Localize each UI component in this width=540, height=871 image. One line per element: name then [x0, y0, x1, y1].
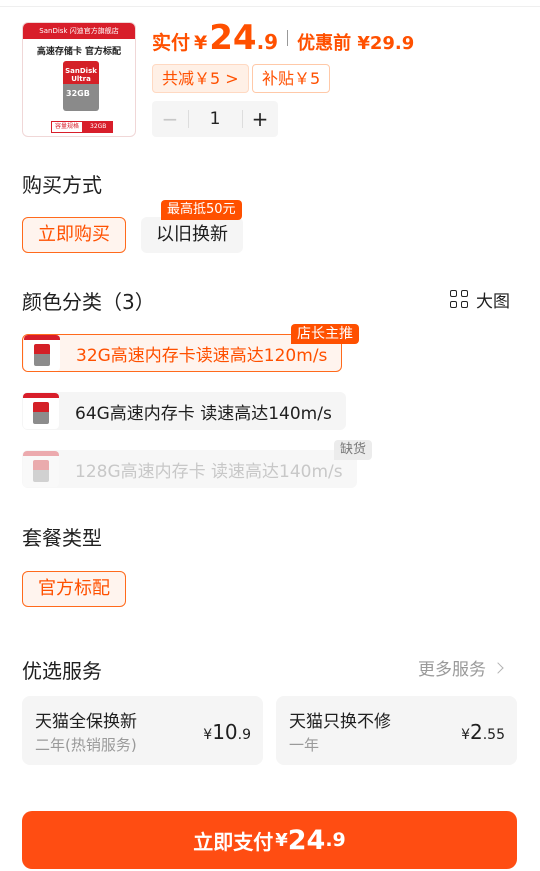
variant-label: 32G高速内存卡读速高达120m/s — [76, 345, 328, 366]
color-category-title: 颜色分类（3） — [22, 290, 155, 314]
increase-quantity-button[interactable]: + — [242, 101, 278, 137]
sd-card-capacity: 32GB — [66, 89, 90, 98]
capacity-key: 容量规格 — [51, 121, 84, 133]
decrease-quantity-button[interactable]: − — [152, 101, 188, 137]
price-row: 实付 ¥ 24 .9 优惠前 ¥29.9 — [152, 18, 414, 58]
service-name: 天猫只换不修 — [289, 712, 391, 732]
price-integer: 24 — [209, 18, 257, 58]
variant-thumbnail — [23, 451, 59, 487]
pay-currency: ¥ — [275, 829, 288, 851]
option-official-standard[interactable]: 官方标配 — [22, 571, 126, 607]
service-price: ¥10.9 — [203, 720, 251, 744]
price-separator — [287, 30, 289, 46]
pay-now-button[interactable]: 立即支付 ¥ 24 .9 — [22, 811, 517, 869]
price-currency: ¥ — [194, 32, 208, 54]
thumbnail-store-band: SanDisk 闪迪官方旗舰店 — [23, 23, 135, 39]
out-of-stock-badge: 缺货 — [334, 440, 373, 460]
top-divider — [0, 6, 540, 7]
original-price: 优惠前 ¥29.9 — [297, 33, 415, 54]
thumbnail-capacity-tag: 容量规格 32GB — [51, 121, 114, 133]
variant-recommend-badge: 店长主推 — [291, 324, 359, 344]
price-decimal: .9 — [256, 30, 279, 54]
service-price-decimal: .55 — [482, 727, 505, 743]
variant-label: 64G高速内存卡 读速高达140m/s — [75, 403, 332, 424]
service-card-replace-only[interactable]: 天猫只换不修 一年 ¥2.55 — [276, 696, 517, 765]
product-thumbnail[interactable]: SanDisk 闪迪官方旗舰店 高速存储卡 官方标配 SanDisk Ultra… — [22, 22, 136, 137]
capacity-value: 32GB — [83, 121, 114, 133]
variant-128g: 128G高速内存卡 读速高达140m/s — [22, 450, 357, 488]
variant-thumbnail — [23, 393, 59, 429]
more-services-label: 更多服务 — [418, 660, 486, 680]
quantity-stepper: − 1 + — [152, 101, 278, 137]
purchase-method-title: 购买方式 — [22, 173, 102, 197]
price-label: 实付 — [152, 32, 191, 54]
service-price-integer: 10 — [212, 720, 238, 744]
service-price: ¥2.55 — [461, 720, 505, 744]
thumbnail-title: 高速存储卡 官方标配 — [36, 47, 122, 57]
pay-decimal: .9 — [325, 829, 346, 851]
service-price-currency: ¥ — [203, 727, 213, 743]
service-name: 天猫全保换新 — [35, 712, 137, 732]
variant-label: 128G高速内存卡 读速高达140m/s — [75, 461, 343, 482]
services-title: 优选服务 — [22, 659, 102, 683]
package-type-title: 套餐类型 — [22, 526, 102, 550]
option-buy-now[interactable]: 立即购买 — [22, 217, 126, 253]
big-view-toggle[interactable]: 大图 — [450, 287, 510, 312]
sd-card-image: SanDisk Ultra 32GB — [63, 61, 99, 111]
service-desc: 一年 — [289, 736, 320, 754]
sd-card-brand: SanDisk Ultra — [65, 67, 97, 83]
service-price-currency: ¥ — [461, 727, 470, 743]
big-view-label: 大图 — [476, 291, 510, 312]
pay-integer: 24 — [287, 824, 326, 856]
service-price-decimal: .9 — [237, 727, 251, 743]
service-card-full-coverage[interactable]: 天猫全保换新 二年(热销服务) ¥10.9 — [22, 696, 263, 765]
variant-thumbnail — [24, 335, 60, 371]
chevron-right-icon — [492, 661, 504, 674]
service-desc: 二年(热销服务) — [35, 736, 137, 754]
service-price-integer: 2 — [470, 720, 483, 744]
more-services-link[interactable]: 更多服务 — [418, 655, 504, 680]
quantity-value[interactable]: 1 — [188, 101, 242, 137]
variant-64g[interactable]: 64G高速内存卡 读速高达140m/s — [22, 392, 346, 430]
option-trade-in[interactable]: 以旧换新 — [141, 217, 243, 253]
trade-in-badge: 最高抵50元 — [161, 200, 242, 220]
subsidy-tag: 补贴￥5 — [252, 64, 331, 93]
grid-view-icon — [450, 290, 468, 308]
discount-tag[interactable]: 共减￥5 > — [152, 64, 249, 93]
pay-label: 立即支付 — [193, 829, 274, 854]
